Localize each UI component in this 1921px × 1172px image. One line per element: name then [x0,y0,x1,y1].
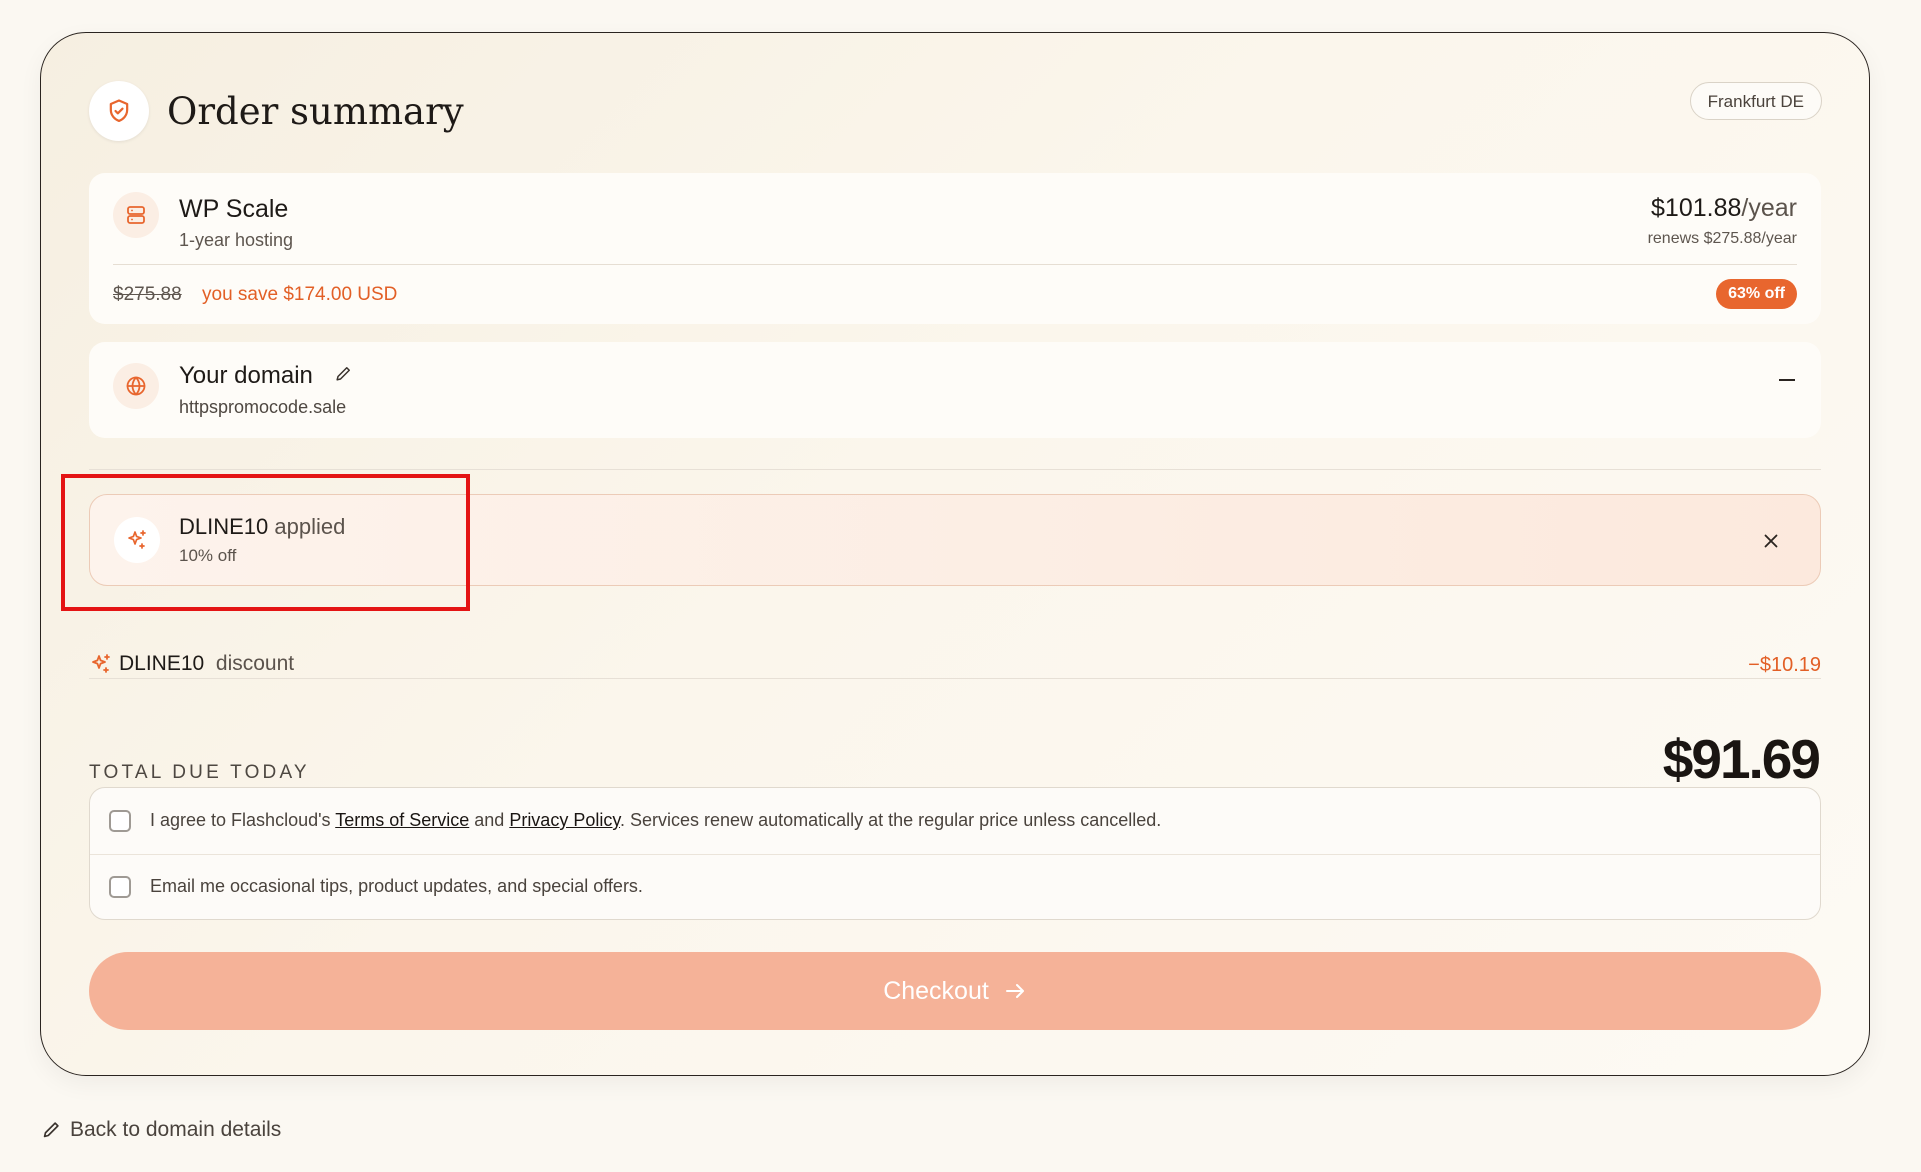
privacy-policy-link[interactable]: Privacy Policy [509,810,620,830]
terms-of-service-link[interactable]: Terms of Service [335,810,469,830]
domain-name: httpspromocode.sale [179,397,347,417]
remove-promo-icon[interactable] [1760,530,1782,552]
marketing-text: Email me occasional tips, product update… [150,876,643,896]
plan-divider [113,264,1797,265]
highlight-box [61,474,470,611]
pencil-icon [43,1122,59,1138]
plan-panel: WP Scale 1-year hosting $101.88/year ren… [89,173,1821,324]
terms-text: I agree to Flashcloud's Terms of Service… [150,810,1161,831]
plan-name: WP Scale [179,195,289,223]
agreements-box: I agree to Flashcloud's Terms of Service… [89,787,1821,920]
discount-badge: 63% off [1716,279,1797,309]
terms-suffix: . Services renew automatically at the re… [620,810,1162,830]
terms-prefix: I agree to Flashcloud's [150,810,336,830]
plan-term: 1-year hosting [179,230,294,250]
terms-row: I agree to Flashcloud's Terms of Service… [90,788,1820,855]
discount-code: DLINE10 [119,652,205,675]
page-title: Order summary [167,90,464,133]
divider [89,678,1821,679]
back-to-domain-link[interactable]: Back to domain details [40,1115,281,1145]
checkout-label: Checkout [883,976,989,1005]
globe-icon [113,363,159,409]
marketing-checkbox[interactable] [109,876,131,898]
marketing-row: Email me occasional tips, product update… [90,854,1820,920]
sparkles-icon [89,652,113,676]
total-label: TOTAL DUE TODAY [89,762,310,783]
plan-price: $101.88/year [1651,194,1797,223]
shield-check-icon [89,81,149,141]
original-price: $275.88 [113,284,182,305]
region-badge: Frankfurt DE [1689,82,1822,120]
back-link-label: Back to domain details [70,1118,282,1141]
savings-text: you save $174.00 USD [202,284,398,305]
total-amount: $91.69 [1662,728,1821,790]
plan-renewal-price: renews $275.88/year [1647,230,1797,247]
discount-amount: −$10.19 [1748,654,1821,676]
edit-domain-icon[interactable] [333,364,353,384]
discount-text: discount [215,652,295,675]
divider [89,469,1821,470]
server-icon [113,192,159,238]
checkout-button[interactable]: Checkout [89,952,1821,1030]
terms-checkbox[interactable] [109,810,131,832]
domain-panel: Your domain httpspromocode.sale [89,342,1821,438]
domain-title: Your domain [179,362,313,389]
arrow-right-icon [1005,984,1024,998]
discount-line: DLINE10 discount −$10.19 [89,652,1821,684]
plan-price-period: /year [1741,194,1797,222]
collapse-domain-button[interactable] [1775,368,1799,392]
discount-label: DLINE10 discount [119,652,294,676]
plan-price-amount: $101.88 [1651,194,1742,222]
terms-and: and [469,810,510,830]
